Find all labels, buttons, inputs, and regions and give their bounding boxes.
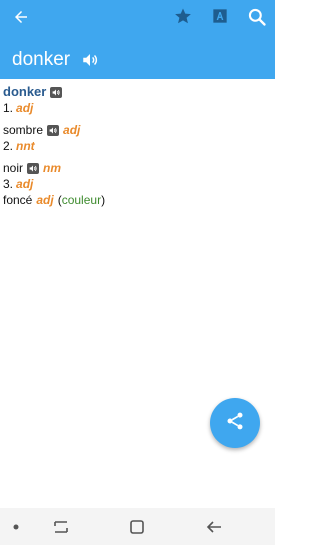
dictionary-entry: donker 1. adj sombre adj 2. nnt noir nm …	[3, 84, 271, 208]
headword-line: donker	[3, 84, 271, 100]
font-icon[interactable]	[209, 5, 231, 27]
search-icon[interactable]	[244, 4, 270, 30]
speaker-icon[interactable]	[27, 162, 40, 174]
sense-3-header: 3. adj	[3, 176, 271, 192]
share-button[interactable]	[210, 398, 260, 448]
sense-1-translation: sombre adj	[3, 122, 271, 138]
translation-context: couleur	[61, 193, 102, 207]
context-close-paren: )	[101, 193, 106, 207]
back-arrow-icon[interactable]	[8, 4, 34, 30]
translation-pos: adj	[63, 123, 81, 137]
page-title: donker	[12, 49, 71, 70]
speaker-icon[interactable]	[50, 86, 63, 98]
sense-pos: adj	[16, 177, 34, 191]
sense-number: 1.	[3, 101, 14, 115]
app-bar: donker	[0, 0, 275, 79]
home-icon[interactable]	[128, 518, 146, 536]
sense-3-translation: foncé adj (couleur)	[3, 192, 271, 208]
share-icon	[225, 411, 245, 436]
headword: donker	[3, 84, 47, 99]
dot-icon[interactable]	[7, 518, 25, 536]
sense-pos: nnt	[16, 139, 35, 153]
sense-number: 2.	[3, 139, 14, 153]
sense-1-header: 1. adj	[3, 100, 271, 116]
sense-2-translation: noir nm	[3, 160, 271, 176]
sense-number: 3.	[3, 177, 14, 191]
translation-pos: adj	[36, 193, 54, 207]
star-icon[interactable]	[171, 4, 195, 28]
translation[interactable]: noir	[3, 160, 23, 176]
speaker-icon[interactable]	[47, 124, 60, 136]
back-icon[interactable]	[205, 518, 223, 536]
system-nav-bar	[0, 508, 275, 545]
sense-2-header: 2. nnt	[3, 138, 271, 154]
translation[interactable]: foncé	[3, 192, 32, 208]
translation[interactable]: sombre	[3, 122, 43, 138]
sense-pos: adj	[16, 101, 34, 115]
speaker-icon[interactable]	[80, 50, 100, 70]
translation-pos: nm	[43, 161, 62, 175]
recent-apps-icon[interactable]	[52, 518, 70, 536]
